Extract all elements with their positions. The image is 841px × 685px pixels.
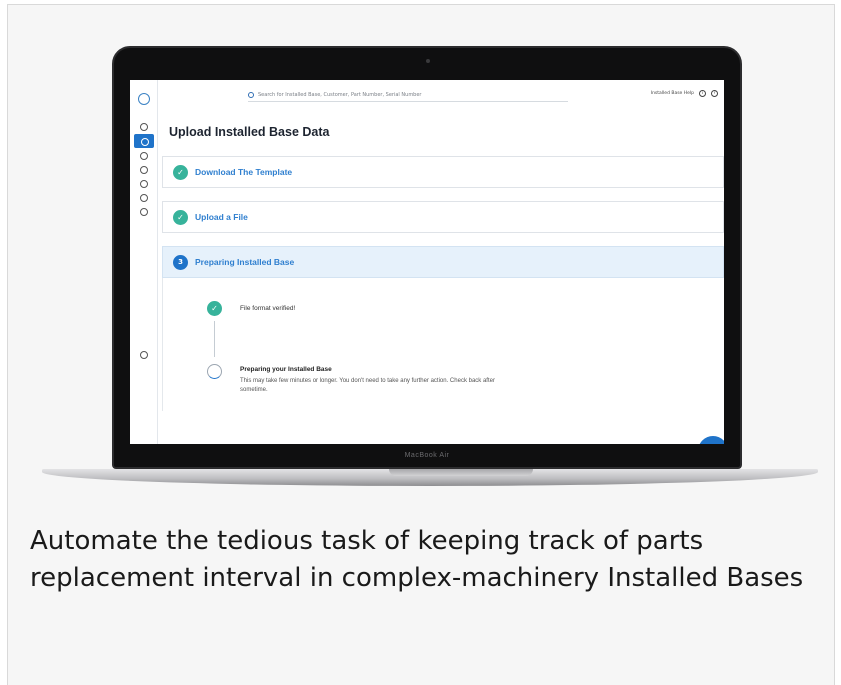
sidebar-item-3[interactable] <box>140 152 148 160</box>
sidebar-item-6[interactable] <box>140 194 148 202</box>
check-icon: ✓ <box>207 301 222 316</box>
step-label: Upload a File <box>195 212 248 222</box>
search-placeholder: Search for Installed Base, Customer, Par… <box>258 91 422 98</box>
sidebar-rail <box>130 80 158 444</box>
step-label: Preparing Installed Base <box>195 257 295 267</box>
file-verified-text: File format verified! <box>240 305 296 312</box>
check-icon: ✓ <box>173 164 188 180</box>
laptop-notch <box>389 469 533 476</box>
sidebar-item-bottom[interactable] <box>140 351 148 359</box>
sidebar-item-4[interactable] <box>140 166 148 174</box>
timeline-connector <box>214 321 215 357</box>
step-upload-file[interactable]: ✓ Upload a File <box>162 201 724 233</box>
top-right-actions: Installed Base Help i ? <box>651 90 718 97</box>
check-icon: ✓ <box>173 209 188 225</box>
floating-action-button[interactable] <box>698 436 724 444</box>
feature-card: Search for Installed Base, Customer, Par… <box>7 4 835 685</box>
progress-panel: ✓ File format verified! Preparing your I… <box>162 278 724 411</box>
sidebar-item-1[interactable] <box>140 123 148 131</box>
device-label: MacBook Air <box>404 452 450 459</box>
step-preparing-installed-base[interactable]: 3 Preparing Installed Base <box>162 246 724 278</box>
step-label: Download The Template <box>195 167 293 177</box>
laptop-lid: Search for Installed Base, Customer, Par… <box>112 46 742 469</box>
feature-caption: Automate the tedious task of keeping tra… <box>30 526 804 593</box>
pending-description: This may take few minutes or longer. You… <box>240 378 495 393</box>
search-input[interactable]: Search for Installed Base, Customer, Par… <box>248 88 568 102</box>
step-download-template[interactable]: ✓ Download The Template <box>162 156 724 188</box>
top-bar: Search for Installed Base, Customer, Par… <box>158 80 724 112</box>
laptop-base <box>42 469 818 486</box>
help-icon[interactable]: ? <box>711 90 718 97</box>
loading-spinner-icon <box>207 364 222 379</box>
app-logo-icon <box>138 93 150 105</box>
page-title: Upload Installed Base Data <box>169 125 330 139</box>
pending-title: Preparing your Installed Base <box>240 366 332 373</box>
help-link[interactable]: Installed Base Help <box>651 91 694 96</box>
camera-icon <box>426 59 430 63</box>
sidebar-item-5[interactable] <box>140 180 148 188</box>
info-icon[interactable]: i <box>699 90 706 97</box>
laptop-chin: MacBook Air <box>114 444 740 467</box>
sidebar-item-7[interactable] <box>140 208 148 216</box>
search-icon <box>248 91 254 98</box>
step-number-badge: 3 <box>173 254 188 270</box>
laptop-screen: Search for Installed Base, Customer, Par… <box>130 80 724 444</box>
sidebar-item-2-active[interactable] <box>134 134 154 148</box>
